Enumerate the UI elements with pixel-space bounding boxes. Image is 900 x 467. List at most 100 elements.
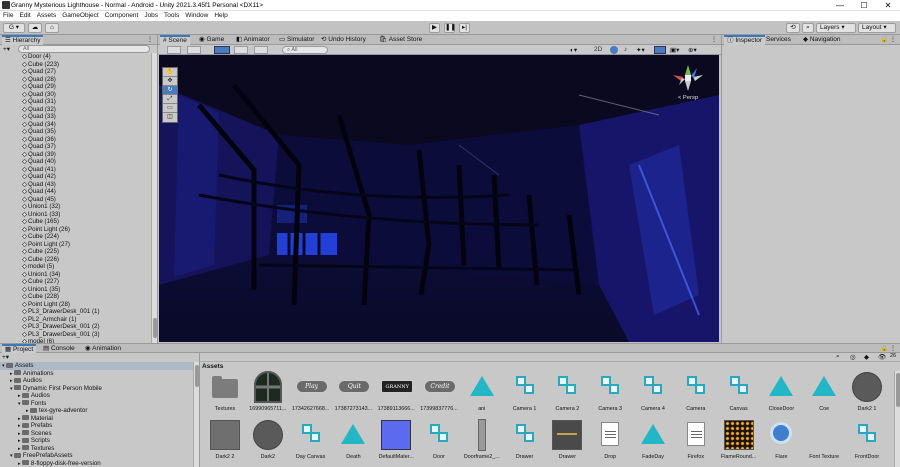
hierarchy-item[interactable]: Cube (224) [0, 233, 154, 241]
assets-scrollbar[interactable] [894, 371, 900, 467]
folder-tree-item[interactable]: ▸ Prefabs [0, 422, 193, 430]
tab-services[interactable]: Services [763, 35, 794, 45]
menu-jobs[interactable]: Jobs [141, 11, 161, 20]
transform-all-tool-icon[interactable]: ◫ [163, 113, 177, 122]
asset-item[interactable]: Camera 4 [632, 371, 674, 419]
folder-tree-item[interactable]: ▸ tex-gyre-adventor [0, 407, 193, 415]
history-icon[interactable]: ⟲ [786, 23, 800, 33]
asset-item[interactable]: Camera 3 [589, 371, 631, 419]
rotate-tool-icon[interactable]: ↻ [163, 86, 177, 95]
asset-item[interactable]: Quit 17387273143... [332, 371, 374, 419]
hierarchy-item[interactable]: Quad (34) [0, 121, 154, 129]
folder-tree-item[interactable]: ▸ 8-floppy-disk-free-version [0, 460, 193, 467]
menu-help[interactable]: Help [211, 11, 230, 20]
hierarchy-item[interactable]: Quad (43) [0, 181, 154, 189]
menu-gameobject[interactable]: GameObject [59, 11, 102, 20]
hierarchy-item[interactable]: PL2_Armchair (1) [0, 316, 154, 324]
hierarchy-item[interactable]: Quad (27) [0, 68, 154, 76]
lock-icon[interactable]: 🔒 [881, 36, 888, 43]
panel-menu-icon[interactable]: ⋮ [890, 36, 896, 43]
hierarchy-item[interactable]: Quad (31) [0, 98, 154, 106]
hierarchy-item[interactable]: PL3_DrawerDesk_001 (3) [0, 331, 154, 339]
shading-mode-icon[interactable] [167, 46, 181, 54]
tab-animator[interactable]: ◧ Animator [233, 35, 273, 45]
asset-item[interactable]: Camera [675, 371, 717, 419]
tree-scroll-thumb[interactable] [195, 365, 199, 387]
tab-hierarchy[interactable]: ☰ Hierarchy [2, 35, 44, 45]
assets-scroll-thumb[interactable] [896, 373, 900, 407]
menu-edit[interactable]: Edit [16, 11, 33, 20]
asset-item[interactable]: Camera 2 [546, 371, 588, 419]
hierarchy-item[interactable]: Point Light (28) [0, 301, 154, 309]
asset-item[interactable]: Textures [204, 371, 246, 419]
folder-tree-item[interactable]: ▸ Scenes [0, 430, 193, 438]
asset-item[interactable]: Dark2 [247, 419, 289, 467]
menu-window[interactable]: Window [182, 11, 211, 20]
increment-snap-icon[interactable] [254, 46, 268, 54]
hierarchy-item[interactable]: Quad (39) [0, 151, 154, 159]
search-icon[interactable]: ⌕ [802, 23, 814, 33]
orientation-gizmo[interactable]: < Persp [669, 63, 707, 107]
collab-icon[interactable]: ⌂ [45, 23, 59, 33]
draw-mode-2d-button[interactable]: 2D [594, 46, 602, 53]
asset-item[interactable]: Dark2 1 [846, 371, 888, 419]
asset-item[interactable]: Doorframe2_... [461, 419, 503, 467]
camera-settings-icon[interactable]: ▣▾ [670, 46, 679, 54]
scene-search-input[interactable]: ⌕ All [282, 46, 328, 54]
menu-tools[interactable]: Tools [161, 11, 182, 20]
hierarchy-item[interactable]: Cube (227) [0, 278, 154, 286]
asset-item[interactable]: FrontDoor [846, 419, 888, 467]
hierarchy-item[interactable]: Union1 (35) [0, 286, 154, 294]
hierarchy-item[interactable]: Quad (42) [0, 173, 154, 181]
asset-item[interactable]: Day Canvas [290, 419, 332, 467]
hierarchy-item[interactable]: Cube (165) [0, 218, 154, 226]
gizmos-toggle-icon[interactable]: ◐▾ [570, 46, 577, 54]
folder-tree-item[interactable]: ▸ Textures [0, 445, 193, 453]
lock-icon[interactable]: 🔒 [881, 345, 888, 352]
lighting-toggle-icon[interactable] [610, 46, 618, 54]
asset-item[interactable]: 16990965711... [247, 371, 289, 419]
tab-simulator[interactable]: ▭ Simulator [276, 35, 317, 45]
folder-tree-item[interactable]: ▾ FreePrefabAssets [0, 452, 193, 460]
step-button[interactable]: ▸| [459, 23, 470, 33]
hierarchy-item[interactable]: Door (4) [0, 53, 154, 61]
gizmos-dropdown-icon[interactable]: ⊕▾ [688, 46, 697, 54]
asset-item[interactable]: Canvas [718, 371, 760, 419]
tab-inspector[interactable]: ⓘ Inspector [724, 35, 766, 45]
pivot-toggle-icon[interactable] [214, 46, 230, 54]
tab-scene[interactable]: # Scene [160, 35, 190, 45]
asset-item[interactable]: Firefox [675, 419, 717, 467]
hierarchy-item[interactable]: Quad (28) [0, 76, 154, 84]
tree-scrollbar[interactable] [193, 362, 199, 467]
folder-tree-item[interactable]: ▾ Assets [0, 362, 193, 370]
hierarchy-item[interactable]: Quad (36) [0, 136, 154, 144]
hidden-packages-icon[interactable]: 👁 [878, 353, 886, 361]
hierarchy-item[interactable]: Quad (35) [0, 128, 154, 136]
filter-label-icon[interactable]: ◆ [864, 353, 869, 361]
hierarchy-item[interactable]: Quad (32) [0, 106, 154, 114]
asset-item[interactable]: Drawer [504, 419, 546, 467]
audio-toggle-icon[interactable]: ♪ [624, 46, 627, 53]
hierarchy-item[interactable]: Quad (41) [0, 166, 154, 174]
scale-tool-icon[interactable]: ⤢ [163, 95, 177, 104]
create-asset-icon[interactable]: +▾ [2, 353, 9, 361]
asset-item[interactable]: Font Texture [803, 419, 845, 467]
folder-tree-item[interactable]: ▸ Scripts [0, 437, 193, 445]
folder-tree-item[interactable]: ▾ Dynamic First Person Mobile [0, 385, 193, 393]
hierarchy-scroll-thumb[interactable] [153, 318, 157, 338]
asset-item[interactable]: GRANNY 17389113666... [375, 371, 417, 419]
hierarchy-item[interactable]: Union1 (32) [0, 203, 154, 211]
scene-viewport[interactable]: ✋ ✥ ↻ ⤢ ▭ ◫ < Persp [159, 55, 719, 342]
asset-item[interactable]: Camera 1 [504, 371, 546, 419]
asset-item[interactable]: Drop [589, 419, 631, 467]
hierarchy-search-input[interactable]: All [18, 45, 150, 53]
asset-item[interactable]: Coe [803, 371, 845, 419]
pause-button[interactable]: ❚❚ [444, 23, 456, 33]
tab-undo-history[interactable]: ⟲ Undo History [318, 35, 369, 45]
gizmo-globe-icon[interactable] [187, 46, 201, 54]
hierarchy-item[interactable]: Quad (29) [0, 83, 154, 91]
layout-dropdown[interactable]: Layout ▾ [858, 23, 896, 33]
menu-file[interactable]: File [0, 11, 16, 20]
tab-game[interactable]: ◉ Game [196, 35, 227, 45]
close-button[interactable]: ✕ [876, 0, 900, 11]
